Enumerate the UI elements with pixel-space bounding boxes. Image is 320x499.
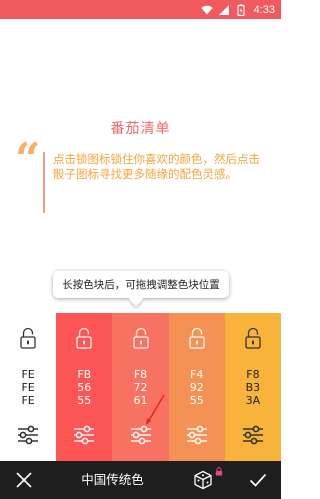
signal-icon	[218, 4, 229, 15]
battery-icon	[236, 3, 245, 16]
hex-blue: FE	[21, 394, 35, 407]
instruction-text: 点击锁图标锁住你喜欢的颜色，然后点击骰子图标寻找更多随缘的配色灵感。	[53, 152, 260, 181]
hex-green: 72	[133, 381, 148, 394]
adjust-sliders-icon[interactable]	[186, 424, 208, 446]
unlocked-lock-icon[interactable]	[76, 327, 93, 349]
hex-red: F8	[246, 368, 260, 381]
tooltip-text: 长按色块后，可拖拽调整色块位置	[62, 279, 220, 291]
hex-green: 92	[189, 381, 204, 394]
hex-blue: 61	[133, 394, 148, 407]
hex-green: FE	[21, 381, 35, 394]
adjust-sliders-icon[interactable]	[130, 424, 152, 446]
unlocked-lock-icon[interactable]	[20, 327, 37, 349]
confirm-check-icon[interactable]	[249, 471, 267, 489]
palette-source-label[interactable]: 中国传统色	[55, 461, 170, 499]
adjust-sliders-icon[interactable]	[242, 424, 264, 446]
hex-blue: 55	[77, 394, 92, 407]
adjust-sliders-icon[interactable]	[73, 424, 95, 446]
palette-screen: 4:33 番茄清单 “ 点击锁图标锁住你喜欢的颜色，然后点击骰子图标寻找更多随缘…	[0, 0, 281, 499]
quote-divider	[43, 152, 45, 213]
hex-red: FE	[21, 368, 35, 381]
hex-blue: 55	[189, 394, 204, 407]
wifi-icon	[200, 5, 213, 14]
lock-badge-icon	[215, 467, 223, 476]
status-time: 4:33	[253, 3, 275, 16]
bottom-bar: 中国传统色	[0, 461, 281, 499]
color-column[interactable]: FB 56 55	[56, 313, 113, 461]
hex-blue: 3A	[245, 394, 261, 407]
adjust-sliders-icon[interactable]	[17, 424, 39, 446]
unlocked-lock-icon[interactable]	[188, 327, 205, 349]
hex-red: F4	[190, 368, 204, 381]
color-column[interactable]: F8 72 61	[112, 313, 169, 461]
hex-red: FB	[77, 368, 92, 381]
color-column[interactable]: F4 92 55	[168, 313, 225, 461]
quote-mark-icon: “	[15, 134, 41, 185]
dice-icon[interactable]	[193, 470, 213, 490]
hex-green: 56	[77, 381, 92, 394]
palette-title: 番茄清单	[110, 121, 171, 137]
hex-green: B3	[245, 381, 261, 394]
close-icon[interactable]	[15, 471, 33, 489]
color-column[interactable]: F8 B3 3A	[224, 313, 281, 461]
hex-red: F8	[133, 368, 148, 381]
color-columns: FE FE FE FB 56 55 F8 72 61 F4 92 55 F8 B…	[0, 313, 281, 461]
status-bar: 4:33	[0, 0, 281, 19]
color-column[interactable]: FE FE FE	[0, 313, 57, 461]
unlocked-lock-icon[interactable]	[244, 327, 261, 349]
unlocked-lock-icon[interactable]	[132, 327, 149, 349]
drag-hint-tooltip: 长按色块后，可拖拽调整色块位置	[53, 271, 229, 298]
